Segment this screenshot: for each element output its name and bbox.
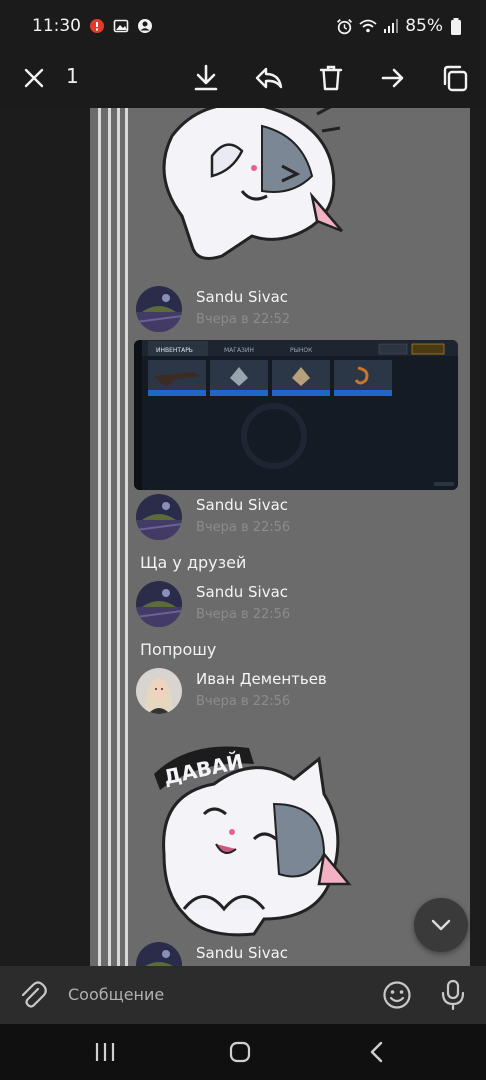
- battery-percent: 85%: [405, 16, 443, 36]
- close-icon[interactable]: [14, 58, 54, 98]
- selection-toolbar: 1: [0, 52, 486, 108]
- account-icon: [137, 18, 153, 34]
- cat-facepalm-sticker[interactable]: [142, 108, 352, 276]
- home-icon[interactable]: [224, 1036, 256, 1068]
- reply-icon[interactable]: [249, 58, 289, 98]
- alert-icon: [89, 18, 105, 34]
- chat-messages[interactable]: Sandu Sivac Вчера в 22:52 ИНВЕНТАРЬ МАГА…: [90, 108, 470, 966]
- delete-icon[interactable]: [311, 58, 351, 98]
- attach-icon[interactable]: [18, 980, 48, 1010]
- system-navigation-bar: [0, 1024, 486, 1080]
- message-text[interactable]: Ща у друзей: [140, 553, 246, 572]
- message-time: Вчера в 22:52: [196, 312, 291, 327]
- image-icon: [113, 18, 129, 34]
- status-bar: 11:30 85%: [0, 0, 486, 52]
- screenshot-tab-inventory: ИНВЕНТАРЬ: [156, 347, 193, 354]
- status-time: 11:30: [32, 16, 81, 36]
- author-name[interactable]: Иван Дементьев: [196, 670, 327, 688]
- wifi-icon: [359, 18, 377, 34]
- emoji-icon[interactable]: [382, 980, 412, 1010]
- message-input-bar: Сообщение: [0, 966, 486, 1024]
- author-name[interactable]: Sandu Sivac: [196, 496, 288, 514]
- left-panel-background: [0, 108, 90, 966]
- chevron-down-icon: [431, 919, 451, 931]
- scroll-down-button[interactable]: [414, 898, 468, 952]
- author-name[interactable]: Sandu Sivac: [196, 583, 288, 601]
- avatar[interactable]: [136, 942, 182, 966]
- message-time: Вчера в 22:56: [196, 520, 291, 535]
- right-panel-background: [470, 108, 486, 966]
- copy-icon[interactable]: [435, 58, 475, 98]
- signal-icon: [382, 18, 399, 34]
- avatar[interactable]: [136, 286, 182, 332]
- cat-davai-sticker[interactable]: ДАВАЙ: [144, 734, 354, 939]
- download-icon[interactable]: [186, 58, 226, 98]
- message-text[interactable]: Попрошу: [140, 640, 216, 659]
- alarm-icon: [336, 18, 353, 35]
- message-time: Вчера в 22:56: [196, 607, 291, 622]
- avatar[interactable]: [136, 494, 182, 540]
- recent-apps-icon[interactable]: [89, 1036, 121, 1068]
- message-time: Вчера в 22:56: [196, 694, 291, 709]
- battery-icon: [450, 18, 466, 35]
- screenshot-tab-shop: МАГАЗИН: [224, 347, 254, 354]
- back-icon[interactable]: [361, 1036, 393, 1068]
- forward-icon[interactable]: [373, 58, 413, 98]
- message-input[interactable]: Сообщение: [68, 985, 164, 1004]
- microphone-icon[interactable]: [440, 979, 466, 1011]
- author-name[interactable]: Sandu Sivac: [196, 944, 288, 962]
- screenshot-tab-market: РЫНОК: [290, 347, 313, 354]
- avatar[interactable]: [136, 668, 182, 714]
- selected-count: 1: [66, 64, 79, 88]
- avatar[interactable]: [136, 581, 182, 627]
- game-inventory-screenshot[interactable]: ИНВЕНТАРЬ МАГАЗИН РЫНОК: [134, 340, 458, 490]
- author-name[interactable]: Sandu Sivac: [196, 288, 288, 306]
